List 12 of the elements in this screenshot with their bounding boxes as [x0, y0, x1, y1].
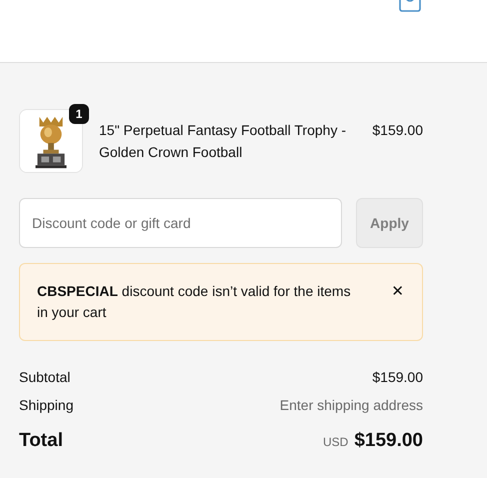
summary-label: Shipping [19, 396, 74, 415]
total-label: Total [19, 429, 63, 453]
close-button[interactable]: ✕ [391, 281, 404, 302]
error-message: CBSPECIAL discount code isn’t valid for the items in your cart [37, 282, 352, 322]
total-amount: $159.00 [354, 429, 423, 453]
summary-value: $159.00 [372, 368, 423, 387]
product-title: 15" Perpetual Fantasy Football Trophy - Golden Crown Football [99, 121, 347, 162]
summary-value: Enter shipping address [280, 396, 423, 415]
quantity-badge: 1 [69, 104, 89, 124]
summary-label: Subtotal [19, 368, 70, 387]
product-price: $159.00 [372, 121, 423, 140]
currency-label: USD [322, 434, 348, 451]
